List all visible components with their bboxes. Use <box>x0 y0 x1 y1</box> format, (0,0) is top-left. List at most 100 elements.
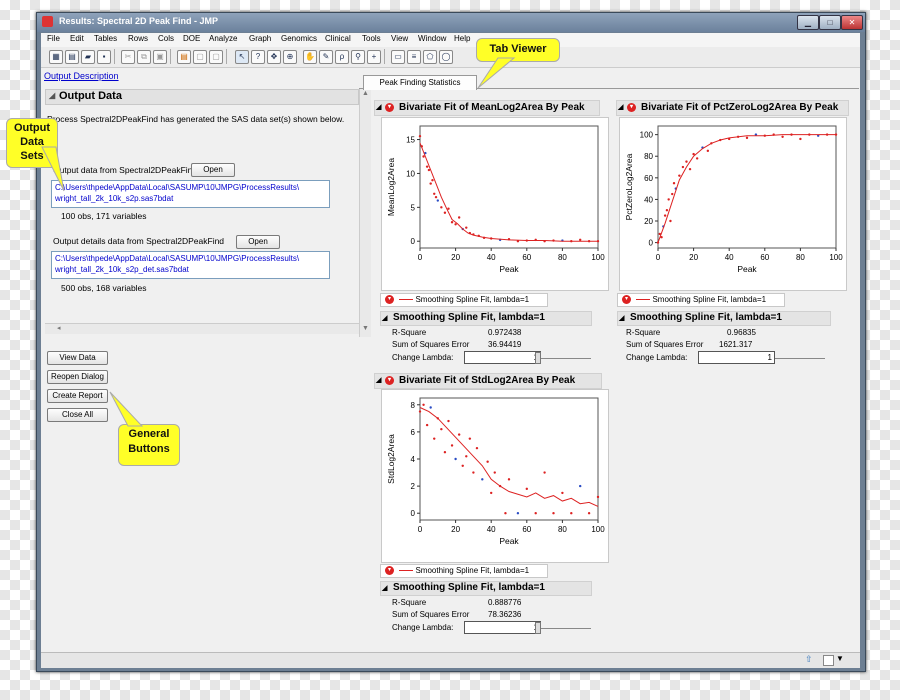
lambda-input[interactable]: 1 <box>464 621 541 634</box>
lambda-slider-track[interactable] <box>541 358 591 359</box>
menu-cols[interactable]: Cols <box>158 34 174 43</box>
menu-rows[interactable]: Rows <box>128 34 148 43</box>
fit-header-meanlog2area[interactable]: ◢ Smoothing Spline Fit, lambda=1 <box>380 311 592 326</box>
lambda-input[interactable]: 1 <box>698 351 775 364</box>
y-axis-label: PctZeroLog2Area <box>624 153 634 220</box>
legend-pctzerolog2area[interactable]: ▾ Smoothing Spline Fit, lambda=1 <box>617 293 785 307</box>
x-axis-label: Peak <box>499 264 519 274</box>
brush-icon[interactable]: ✎ <box>319 50 333 64</box>
menu-clinical[interactable]: Clinical <box>325 34 351 43</box>
collapse-triangle-icon[interactable]: ◢ <box>619 314 624 322</box>
layout-icon[interactable]: ▢ <box>209 50 223 64</box>
y-tick-label: 40 <box>644 195 653 204</box>
report-header-meanlog2area[interactable]: ◢ ▾ Bivariate Fit of MeanLog2Area By Pea… <box>374 100 600 116</box>
collapse-triangle-icon[interactable]: ◢ <box>376 103 381 111</box>
output-description-link[interactable]: Output Description <box>44 71 119 81</box>
minimize-button[interactable]: ▁ <box>797 15 819 30</box>
close-button[interactable]: ✕ <box>841 15 863 30</box>
report-header-pctzerolog2area[interactable]: ◢ ▾ Bivariate Fit of PctZeroLog2Area By … <box>616 100 849 116</box>
dropdown-arrow-icon[interactable]: ▼ <box>836 654 844 663</box>
menu-help[interactable]: Help <box>454 34 470 43</box>
fit-header-pctzerolog2area[interactable]: ◢ Smoothing Spline Fit, lambda=1 <box>617 311 831 326</box>
checkbox-icon[interactable] <box>823 655 834 666</box>
reopen-dialog-button[interactable]: Reopen Dialog <box>47 370 108 384</box>
copy-icon[interactable]: ⧉ <box>137 50 151 64</box>
crosshair-plus-icon[interactable]: + <box>367 50 381 64</box>
callout-text: General Buttons <box>128 428 170 455</box>
menu-tables[interactable]: Tables <box>94 34 117 43</box>
menu-graph[interactable]: Graph <box>249 34 271 43</box>
menu-file[interactable]: File <box>47 34 60 43</box>
report-header-stdlog2area[interactable]: ◢ ▾ Bivariate Fit of StdLog2Area By Peak <box>374 373 602 389</box>
y-tick-label: 8 <box>411 401 416 410</box>
collapse-triangle-icon[interactable]: ◢ <box>382 314 387 322</box>
details-path-field[interactable]: C:\Users\thpede\AppData\Local\SASUMP\10\… <box>51 251 330 279</box>
lasso-icon[interactable]: ρ <box>335 50 349 64</box>
scroll-left-icon[interactable]: ◂ <box>57 324 61 332</box>
red-triangle-menu-icon[interactable]: ▾ <box>385 376 394 385</box>
lambda-input[interactable]: 1 <box>464 351 541 364</box>
red-triangle-menu-icon[interactable]: ▾ <box>627 103 636 112</box>
data-point <box>472 471 475 474</box>
red-triangle-menu-icon[interactable]: ▾ <box>385 103 394 112</box>
open-details-button[interactable]: Open <box>236 235 280 249</box>
scroll-down-icon[interactable]: ▼ <box>362 325 369 332</box>
up-arrow-icon[interactable]: ⇧ <box>805 654 813 665</box>
lambda-slider-track[interactable] <box>541 628 591 629</box>
legend-stdlog2area[interactable]: ▾ Smoothing Spline Fit, lambda=1 <box>380 564 548 578</box>
vertical-scrollbar[interactable]: ▲ ▼ <box>359 89 371 337</box>
red-triangle-menu-icon[interactable]: ▾ <box>385 295 394 305</box>
arrow-tool-icon[interactable]: ↖ <box>235 50 249 64</box>
new-script-icon[interactable]: ▤ <box>65 50 79 64</box>
cut-icon[interactable]: ✂ <box>121 50 135 64</box>
print-icon[interactable]: ▤ <box>177 50 191 64</box>
hand-tool-icon[interactable]: ✋ <box>303 50 317 64</box>
close-all-button[interactable]: Close All <box>47 408 108 422</box>
journal-icon[interactable]: ▢ <box>193 50 207 64</box>
data-point <box>429 182 432 185</box>
polygon-icon[interactable]: ⬠ <box>423 50 437 64</box>
data-point <box>461 464 464 467</box>
legend-meanlog2area[interactable]: ▾ Smoothing Spline Fit, lambda=1 <box>380 293 548 307</box>
rsq-label: R-Square <box>392 598 427 607</box>
view-data-button[interactable]: View Data <box>47 351 108 365</box>
lambda-slider-knob[interactable] <box>535 622 541 634</box>
collapse-triangle-icon[interactable]: ◢ <box>382 584 387 592</box>
red-triangle-menu-icon[interactable]: ▾ <box>622 295 631 305</box>
magnifier-icon[interactable]: ⚲ <box>351 50 365 64</box>
legend-label: Smoothing Spline Fit, lambda=1 <box>415 295 530 304</box>
output-data-header[interactable]: ◢ Output Data <box>45 89 359 105</box>
annotate-icon[interactable]: ▭ <box>391 50 405 64</box>
menu-tools[interactable]: Tools <box>362 34 381 43</box>
menu-doe[interactable]: DOE <box>183 34 200 43</box>
output-path-field[interactable]: C:\Users\thpede\AppData\Local\SASUMP\10\… <box>51 180 330 208</box>
collapse-triangle-icon[interactable]: ◢ <box>618 103 623 111</box>
lambda-slider-knob[interactable] <box>535 352 541 364</box>
menu-window[interactable]: Window <box>418 34 446 43</box>
horizontal-scrollbar[interactable]: ◂ <box>45 323 359 334</box>
open-folder-icon[interactable]: ▰ <box>81 50 95 64</box>
collapse-triangle-icon[interactable]: ◢ <box>376 376 381 384</box>
crosshair-icon[interactable]: ⊕ <box>283 50 297 64</box>
scroll-up-icon[interactable]: ▲ <box>362 90 369 97</box>
maximize-button[interactable]: □ <box>819 15 841 30</box>
menu-edit[interactable]: Edit <box>70 34 84 43</box>
lambda-slider-track[interactable] <box>775 358 825 359</box>
menu-analyze[interactable]: Analyze <box>209 34 237 43</box>
menu-view[interactable]: View <box>391 34 408 43</box>
fit-header-stdlog2area[interactable]: ◢ Smoothing Spline Fit, lambda=1 <box>380 581 592 596</box>
selection-tool-icon[interactable]: ✥ <box>267 50 281 64</box>
create-report-button[interactable]: Create Report <box>47 389 108 403</box>
collapse-triangle-icon[interactable]: ◢ <box>49 91 55 100</box>
oval-icon[interactable]: ◯ <box>439 50 453 64</box>
help-tool-icon[interactable]: ? <box>251 50 265 64</box>
paste-icon[interactable]: ▣ <box>153 50 167 64</box>
save-icon[interactable]: ▪ <box>97 50 111 64</box>
menu-genomics[interactable]: Genomics <box>281 34 317 43</box>
new-table-icon[interactable]: ▦ <box>49 50 63 64</box>
open-output-button[interactable]: Open <box>191 163 235 177</box>
data-point <box>516 512 520 515</box>
line-tool-icon[interactable]: ≡ <box>407 50 421 64</box>
tab-peak-finding-statistics[interactable]: Peak Finding Statistics <box>363 75 477 90</box>
red-triangle-menu-icon[interactable]: ▾ <box>385 566 394 576</box>
